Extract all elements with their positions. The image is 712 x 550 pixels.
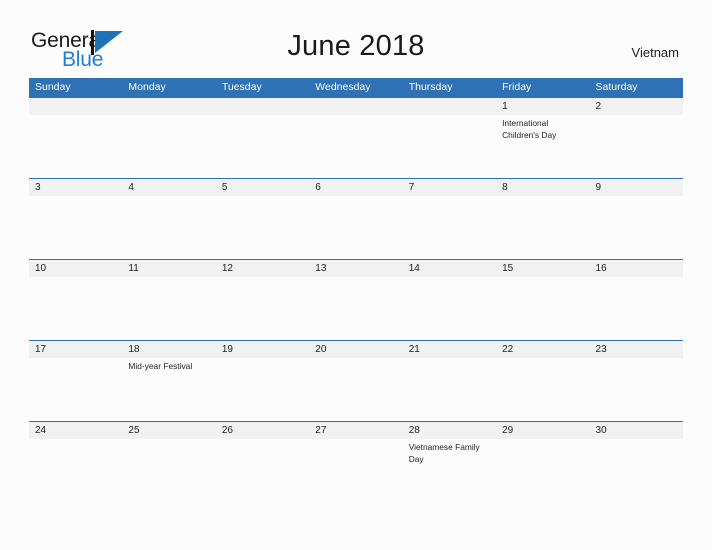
calendar-day-cell[interactable]: 15 [496,260,589,340]
day-number: 15 [502,263,514,274]
weekday-header-sunday: Sunday [35,81,71,93]
calendar-day-cell[interactable]: 21 [403,341,496,421]
day-number: 1 [502,101,508,112]
calendar-week-row: 1 International Children's Day 2 [29,97,683,178]
calendar-day-cell[interactable]: 23 [590,341,683,421]
calendar-week-days: 10 11 12 13 14 15 16 [29,260,683,340]
day-number: 18 [128,344,140,355]
day-number: 3 [35,182,41,193]
day-number: 10 [35,263,47,274]
calendar-day-cell[interactable]: 30 [590,422,683,502]
calendar-day-cell[interactable]: 24 [29,422,122,502]
day-number: 19 [221,344,233,355]
weekday-header-monday: Monday [128,81,166,93]
day-number: 5 [221,182,228,193]
weekday-header-saturday: Saturday [595,81,638,93]
day-number: 24 [35,425,47,436]
calendar-day-cell[interactable] [29,98,122,178]
calendar-day-cell[interactable]: 5 [216,179,309,259]
weekday-header-row: Sunday Monday Tuesday Wednesday Thursday… [29,78,683,97]
calendar-day-cell[interactable]: 27 [309,422,402,502]
day-number [35,98,118,115]
day-event: Vietnamese Family Day [408,442,480,464]
day-number: 28 [408,425,420,436]
day-number: 2 [595,101,602,112]
calendar-day-cell[interactable] [216,98,309,178]
day-number [409,98,492,115]
day-number: 9 [595,182,602,193]
calendar-day-cell[interactable]: 25 [122,422,215,502]
calendar-day-cell[interactable]: 22 [496,341,589,421]
calendar-day-cell[interactable]: 2 [590,98,683,178]
calendar-day-cell[interactable] [403,98,496,178]
day-number [128,98,211,115]
day-number [222,98,305,115]
calendar-day-cell[interactable]: 14 [403,260,496,340]
calendar-week-days: 17 18 Mid-year Festival 19 20 21 22 23 [29,341,683,421]
calendar-page: General Blue June 2018 Vietnam Sunday Mo… [0,0,712,550]
calendar-day-cell[interactable]: 12 [216,260,309,340]
day-number: 8 [502,182,508,193]
calendar-day-cell[interactable]: 19 [216,341,309,421]
calendar-week-days: 3 4 5 6 7 8 9 [29,179,683,259]
day-number: 22 [502,344,514,355]
day-number: 6 [315,182,321,193]
calendar-day-cell[interactable] [309,98,402,178]
page-title: June 2018 [287,30,425,62]
calendar-week-row: 3 4 5 6 7 8 9 [29,178,683,259]
day-number: 26 [221,425,233,436]
weekday-header-wednesday: Wednesday [315,81,371,93]
calendar-day-cell[interactable]: 1 International Children's Day [496,98,589,178]
day-number: 12 [221,263,233,274]
calendar-day-cell[interactable]: 8 [496,179,589,259]
day-number: 23 [595,344,607,355]
calendar-day-cell[interactable]: 6 [309,179,402,259]
day-number: 16 [595,263,607,274]
calendar-day-cell[interactable]: 29 [496,422,589,502]
day-number: 30 [595,425,607,436]
calendar-day-cell[interactable]: 20 [309,341,402,421]
calendar-day-cell[interactable]: 9 [590,179,683,259]
day-number [315,98,398,115]
calendar-week-days: 1 International Children's Day 2 [29,98,683,178]
day-number: 4 [128,182,134,193]
day-number: 7 [408,182,415,193]
day-number: 11 [128,263,139,274]
day-number: 21 [408,344,420,355]
day-number: 17 [35,344,47,355]
day-number: 29 [502,425,514,436]
calendar-grid: Sunday Monday Tuesday Wednesday Thursday… [29,78,683,502]
calendar-day-cell[interactable]: 4 [122,179,215,259]
day-number: 25 [128,425,140,436]
calendar-day-cell[interactable]: 7 [403,179,496,259]
day-number: 27 [315,425,327,436]
calendar-day-cell[interactable] [122,98,215,178]
calendar-day-cell[interactable]: 10 [29,260,122,340]
day-event: International Children's Day [502,118,557,140]
calendar-day-cell[interactable]: 11 [122,260,215,340]
day-number: 14 [408,263,420,274]
calendar-day-cell[interactable]: 28 Vietnamese Family Day [403,422,496,502]
calendar-day-cell[interactable]: 3 [29,179,122,259]
calendar-day-cell[interactable]: 18 Mid-year Festival [122,341,215,421]
calendar-day-cell[interactable]: 26 [216,422,309,502]
day-event: Mid-year Festival [128,361,193,371]
weekday-header-friday: Friday [502,81,532,93]
page-header: General Blue June 2018 Vietnam [0,0,712,76]
weekday-header-tuesday: Tuesday [221,81,262,93]
calendar-day-cell[interactable]: 13 [309,260,402,340]
day-number: 13 [315,263,327,274]
calendar-week-days: 24 25 26 27 28 Vietnamese Family Day 29 … [29,422,683,502]
calendar-week-row: 17 18 Mid-year Festival 19 20 21 22 23 [29,340,683,421]
weekday-header-thursday: Thursday [408,81,453,93]
day-number: 20 [315,344,327,355]
calendar-day-cell[interactable]: 17 [29,341,122,421]
calendar-week-row: 24 25 26 27 28 Vietnamese Family Day 29 … [29,421,683,502]
country-label: Vietnam [631,45,679,60]
calendar-week-row: 10 11 12 13 14 15 16 [29,259,683,340]
calendar-day-cell[interactable]: 16 [590,260,683,340]
